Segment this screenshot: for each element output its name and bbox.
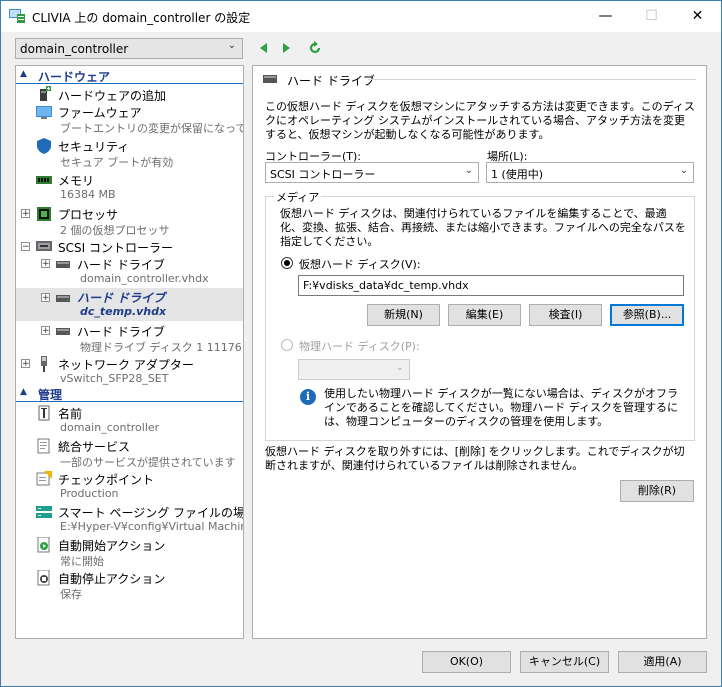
scsi-controller-icon xyxy=(36,241,52,251)
maximize-button[interactable]: ☐ xyxy=(629,1,674,32)
tree-item-memory[interactable]: メモリ 16384 MB xyxy=(16,171,243,203)
apply-button[interactable]: 適用(A) xyxy=(618,651,707,673)
edit-button[interactable]: 編集(E) xyxy=(448,304,521,326)
settings-tree: ▲ ハードウェア ハードウェアの追加 ファームウェア ブートエントリの変更が保留… xyxy=(15,65,244,639)
inspect-button[interactable]: 検査(I) xyxy=(529,304,602,326)
auto-stop-icon xyxy=(37,570,50,586)
close-button[interactable]: ✕ xyxy=(675,1,720,32)
info-icon: i xyxy=(300,389,316,405)
expand-plus-icon[interactable]: + xyxy=(21,359,30,369)
new-button[interactable]: 新規(N) xyxy=(367,304,440,326)
previous-arrow-icon[interactable] xyxy=(257,41,271,55)
ok-button[interactable]: OK(O) xyxy=(422,651,511,673)
tree-item-network-adapter[interactable]: + ネットワーク アダプター vSwitch_SFP28_SET xyxy=(16,355,243,387)
tree-item-scsi-controller[interactable]: − SCSI コントローラー xyxy=(16,238,243,255)
virtual-hard-disk-label: 仮想ハード ディスク(V): xyxy=(299,258,421,271)
location-dropdown[interactable]: 1 (使用中) ⌄ xyxy=(486,162,694,183)
shield-icon xyxy=(37,138,51,154)
section-management[interactable]: ▲ 管理 xyxy=(16,386,243,402)
expand-plus-icon[interactable]: + xyxy=(41,293,50,303)
tree-item-security[interactable]: セキュリティ セキュア ブートが有効 xyxy=(16,137,243,169)
attach-description: この仮想ハード ディスクを仮想マシンにアタッチする方法は変更できます。このディス… xyxy=(265,100,695,141)
collapse-triangle-icon: ▲ xyxy=(20,69,27,79)
tree-item-name[interactable]: 名前 domain_controller xyxy=(16,404,243,436)
panel-heading: ハード ドライブ xyxy=(287,74,375,88)
media-description: 仮想ハード ディスクは、関連付けられているファイルを編集することで、最適化、変換… xyxy=(280,207,686,248)
hard-drive-icon xyxy=(263,75,277,83)
tree-item-auto-start[interactable]: 自動開始アクション 常に開始 xyxy=(16,536,243,568)
expand-plus-icon[interactable]: + xyxy=(41,259,50,269)
vm-selector-dropdown[interactable]: domain_controller ⌄ xyxy=(15,38,243,59)
title-bar: CLIVIA 上の domain_controller の設定 — ☐ ✕ xyxy=(1,1,721,32)
section-hardware[interactable]: ▲ ハードウェア xyxy=(16,68,243,84)
tree-item-smart-paging[interactable]: スマート ページング ファイルの場所 E:¥Hyper-V¥config¥Vir… xyxy=(16,503,243,535)
checkpoint-icon xyxy=(36,471,52,486)
remove-description: 仮想ハード ディスクを取り外すには、[削除] をクリックします。これでディスクが… xyxy=(265,445,685,472)
refresh-icon[interactable] xyxy=(308,41,322,55)
media-group: メディア 仮想ハード ディスクは、関連付けられているファイルを編集することで、最… xyxy=(265,189,695,441)
chevron-down-icon: ⌄ xyxy=(227,40,236,51)
hard-drive-icon xyxy=(56,328,70,335)
vm-selector-value: domain_controller xyxy=(20,42,129,56)
name-icon xyxy=(38,405,50,421)
remove-button[interactable]: 削除(R) xyxy=(620,480,694,502)
physical-disk-dropdown[interactable]: ⌄ xyxy=(298,359,410,380)
tree-item-hard-drive-3[interactable]: + ハード ドライブ 物理ドライブ ディスク 1 11176.0... xyxy=(16,322,243,354)
expand-plus-icon[interactable]: + xyxy=(21,209,30,219)
add-hardware-icon xyxy=(40,86,51,101)
hyper-v-app-icon xyxy=(9,9,25,23)
minimize-button[interactable]: — xyxy=(583,1,628,32)
firmware-icon xyxy=(36,106,52,119)
heading-divider xyxy=(368,79,696,80)
auto-start-icon xyxy=(37,537,50,553)
expand-plus-icon[interactable]: + xyxy=(41,326,50,336)
media-group-title: メディア xyxy=(274,189,322,205)
cancel-button[interactable]: キャンセル(C) xyxy=(520,651,609,673)
tree-item-hard-drive-2-selected[interactable]: + ハード ドライブ dc_temp.vhdx xyxy=(16,288,243,321)
vhd-path-input[interactable]: F:¥vdisks_data¥dc_temp.vhdx xyxy=(298,275,684,296)
tree-item-auto-stop[interactable]: 自動停止アクション 保存 xyxy=(16,569,243,601)
physical-hard-disk-label: 物理ハード ディスク(P): xyxy=(299,340,420,353)
processor-icon xyxy=(37,207,51,221)
next-arrow-icon[interactable] xyxy=(279,41,293,55)
hard-drive-settings-panel: ハード ドライブ この仮想ハード ディスクを仮想マシンにアタッチする方法は変更で… xyxy=(252,65,707,639)
physical-hard-disk-radio[interactable] xyxy=(281,339,293,351)
collapse-minus-icon[interactable]: − xyxy=(21,242,30,252)
chevron-down-icon: ⌄ xyxy=(679,165,688,176)
controller-dropdown[interactable]: SCSI コントローラー ⌄ xyxy=(265,162,479,183)
virtual-hard-disk-radio[interactable] xyxy=(281,257,293,269)
window-title: CLIVIA 上の domain_controller の設定 xyxy=(32,11,251,25)
tree-item-add-hardware[interactable]: ハードウェアの追加 xyxy=(16,86,243,103)
smart-paging-icon xyxy=(36,506,52,518)
tree-item-firmware[interactable]: ファームウェア ブートエントリの変更が保留になって... xyxy=(16,103,243,135)
tree-item-hard-drive-1[interactable]: + ハード ドライブ domain_controller.vhdx xyxy=(16,255,243,287)
tree-item-processor[interactable]: + プロセッサ 2 個の仮想プロセッサ xyxy=(16,205,243,237)
tree-item-integration-services[interactable]: 統合サービス 一部のサービスが提供されています xyxy=(16,437,243,469)
tree-item-checkpoints[interactable]: チェックポイント Production xyxy=(16,470,243,502)
settings-window: CLIVIA 上の domain_controller の設定 — ☐ ✕ do… xyxy=(0,0,722,687)
memory-icon xyxy=(36,176,52,184)
integration-services-icon xyxy=(37,438,50,454)
physical-disk-info: 使用したい物理ハード ディスクが一覧にない場合は、ディスクがオフラインであること… xyxy=(324,387,678,428)
chevron-down-icon: ⌄ xyxy=(464,165,473,176)
collapse-triangle-icon: ▲ xyxy=(20,387,27,397)
hard-drive-icon xyxy=(56,261,70,268)
browse-button[interactable]: 参照(B)... xyxy=(610,304,684,326)
chevron-down-icon: ⌄ xyxy=(395,362,404,373)
hard-drive-icon xyxy=(56,295,70,302)
network-adapter-icon xyxy=(41,356,47,372)
